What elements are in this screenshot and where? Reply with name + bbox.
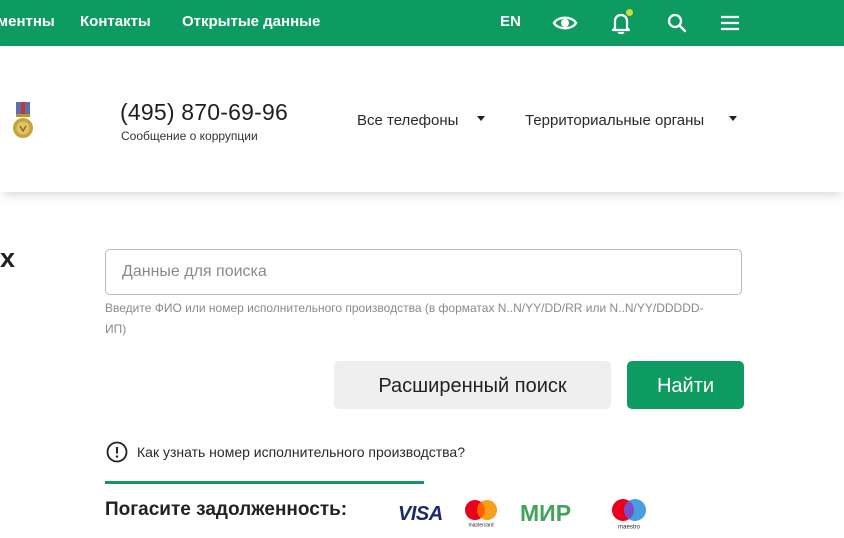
dropdown-all-phones[interactable]: Все телефоны — [357, 112, 458, 129]
search-icon[interactable] — [663, 9, 691, 37]
notification-dot — [626, 9, 633, 16]
language-switch[interactable]: EN — [500, 13, 521, 30]
search-hint: Введите ФИО или номер исполнительного пр… — [105, 301, 704, 336]
help-link-text[interactable]: Как узнать номер исполнительного произво… — [137, 444, 465, 460]
nav-link-contacts[interactable]: Контакты — [80, 13, 151, 30]
nav-link-documents[interactable]: ментны — [0, 13, 55, 30]
advanced-search-button[interactable]: Расширенный поиск — [334, 361, 611, 409]
mir-logo: МИР — [520, 500, 572, 526]
page-title: х — [0, 243, 16, 273]
menu-icon[interactable] — [716, 9, 744, 37]
site-header: (495) 870-69-96 Сообщение о коррупции Вс… — [0, 46, 844, 192]
mastercard-logo: mastercard — [465, 500, 497, 529]
exclamation-circle-icon — [106, 441, 128, 463]
section-divider — [105, 481, 424, 484]
top-nav-bar: ментны Контакты Открытые данные EN — [0, 0, 844, 46]
maestro-logo: maestro — [612, 499, 646, 531]
chevron-down-icon — [729, 116, 737, 121]
nav-link-open-data[interactable]: Открытые данные — [182, 13, 320, 30]
dropdown-territorial-bodies[interactable]: Территориальные органы — [525, 112, 704, 129]
maestro-caption: maestro — [618, 525, 640, 531]
mastercard-caption: mastercard — [468, 523, 493, 529]
chevron-down-icon — [477, 116, 485, 121]
eye-icon[interactable] — [551, 9, 579, 37]
hotline-phone[interactable]: (495) 870-69-96 — [120, 99, 288, 126]
hotline-caption: Сообщение о коррупции — [121, 129, 258, 143]
visa-logo: VISA — [398, 503, 443, 525]
find-button[interactable]: Найти — [627, 361, 744, 409]
search-input[interactable] — [105, 249, 742, 295]
payment-label: Погасите задолженность: — [105, 499, 348, 520]
medal-emblem-icon — [13, 102, 33, 138]
